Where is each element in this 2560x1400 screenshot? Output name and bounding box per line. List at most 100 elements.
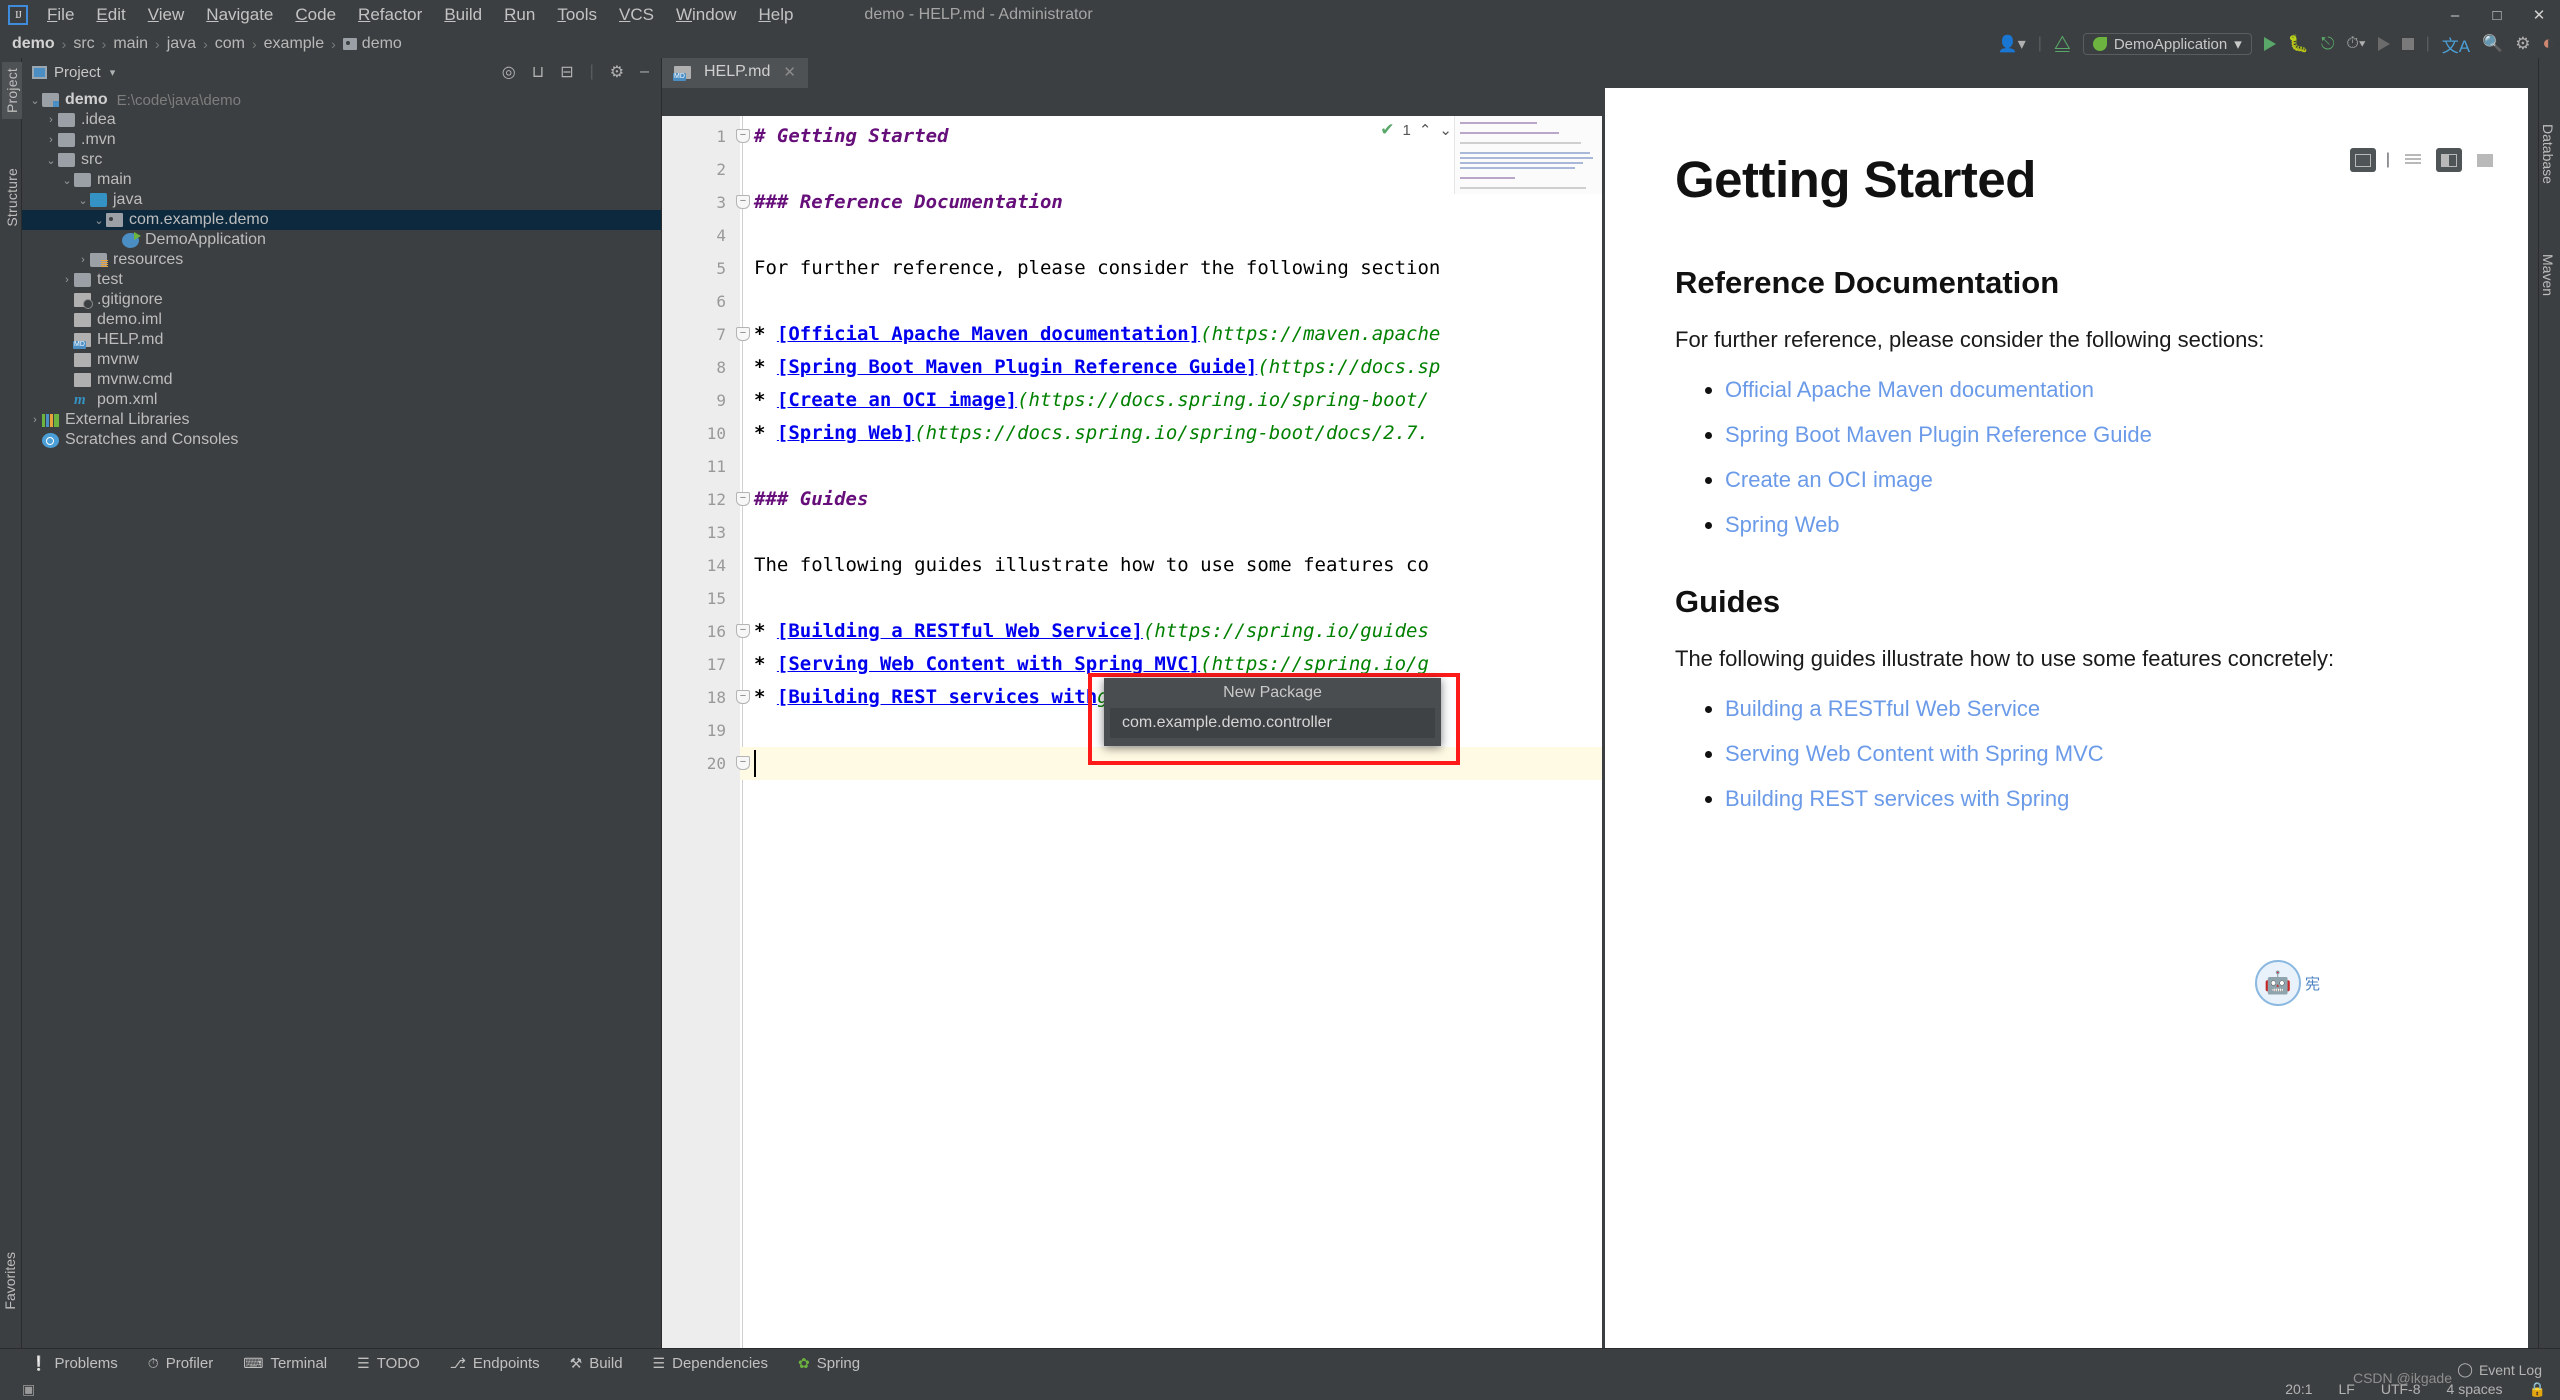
tree-item-mvnw[interactable]: mvnw [22, 350, 661, 370]
soft-wrap-toggle-button[interactable] [2349, 148, 2376, 172]
hide-panel-icon[interactable]: – [640, 63, 649, 81]
tree-item-com-example-demo[interactable]: ⌄ com.example.demo [22, 210, 661, 230]
expand-all-icon[interactable]: ⊔ [532, 62, 544, 82]
rerun-button[interactable] [2377, 37, 2390, 51]
menu-item-file[interactable]: File [36, 2, 85, 28]
code-token-lnk[interactable]: [Spring Boot Maven Plugin Reference Guid… [777, 356, 1257, 378]
bottom-tab-build[interactable]: ⚒ Build [570, 1355, 623, 1372]
tree-item-demoapplication[interactable]: DemoApplication [22, 230, 661, 250]
caret-position[interactable]: 20:1 [2285, 1381, 2312, 1397]
bottom-tab-todo[interactable]: ☰ TODO [357, 1355, 420, 1372]
tool-tab-database[interactable]: Database [2538, 118, 2558, 190]
bottom-tab-terminal[interactable]: ⌨ Terminal [243, 1355, 327, 1372]
tree-item--mvn[interactable]: › .mvn [22, 130, 661, 150]
menu-item-tools[interactable]: Tools [546, 2, 608, 28]
breadcrumb-item-src[interactable]: src [69, 33, 98, 55]
preview-link[interactable]: Building REST services with Spring [1725, 786, 2069, 811]
new-package-popup[interactable]: New Package com.example.demo.controller [1104, 678, 1441, 746]
collapse-all-icon[interactable]: ⊟ [560, 62, 573, 82]
event-log-button[interactable]: ◯ Event Log [2457, 1361, 2542, 1378]
locate-file-icon[interactable]: ◎ [502, 62, 516, 82]
code-token-lnk[interactable]: [Building a RESTful Web Service] [777, 620, 1143, 642]
inspection-widget[interactable]: ✔ 1 ⌃ ⌄ [1380, 120, 1452, 140]
indent-setting[interactable]: 4 spaces [2447, 1381, 2503, 1397]
chevron-down-icon[interactable]: ⌄ [60, 174, 74, 187]
run-configuration-selector[interactable]: DemoApplication ▾ [2082, 33, 2252, 55]
tree-item-demo[interactable]: ⌄ demo E:\code\java\demo [22, 90, 661, 110]
menu-item-help[interactable]: Help [747, 2, 804, 28]
bottom-tab-profiler[interactable]: ⏱ Profiler [148, 1355, 213, 1372]
profiler-attach-icon[interactable]: ⏱▾ [2346, 35, 2365, 53]
build-hammer-icon[interactable]: ⧋ [2054, 33, 2071, 55]
editor-tab-help-md[interactable]: HELP.md ✕ [662, 58, 808, 88]
theme-toggle-icon[interactable]: ◐ [2543, 33, 2554, 55]
menu-item-view[interactable]: View [137, 2, 196, 28]
preview-link[interactable]: Spring Boot Maven Plugin Reference Guide [1725, 422, 2152, 447]
prev-problem-icon[interactable]: ⌃ [1419, 121, 1432, 139]
chevron-down-icon[interactable]: ⌄ [44, 154, 58, 167]
code-token-lnk[interactable]: [Official Apache Maven documentation] [777, 323, 1200, 345]
tree-item-resources[interactable]: › resources [22, 250, 661, 270]
fold-marker[interactable]: − [736, 327, 750, 341]
code-token-lnk[interactable]: [Building REST services with [777, 686, 1097, 708]
tree-item-main[interactable]: ⌄ main [22, 170, 661, 190]
minimize-button[interactable]: – [2434, 0, 2476, 30]
menu-item-run[interactable]: Run [493, 2, 546, 28]
stop-button[interactable] [2401, 38, 2414, 50]
chevron-down-icon[interactable]: ▾ [110, 66, 116, 79]
breadcrumb-item-demo[interactable]: demo [339, 33, 406, 55]
chevron-down-icon[interactable]: ⌄ [28, 94, 42, 107]
code-token-lnk[interactable]: [Create an OCI image] [777, 389, 1017, 411]
breadcrumb-item-demo[interactable]: demo [8, 33, 59, 55]
code-minimap[interactable] [1454, 116, 1602, 194]
run-with-coverage-icon[interactable]: ⎋ [2321, 34, 2334, 54]
menu-item-vcs[interactable]: VCS [608, 2, 665, 28]
menu-item-refactor[interactable]: Refactor [347, 2, 433, 28]
bottom-tab-dependencies[interactable]: ☰ Dependencies [653, 1355, 768, 1372]
breadcrumb-item-com[interactable]: com [211, 33, 249, 55]
close-button[interactable]: ✕ [2518, 0, 2560, 30]
bottom-tab-spring[interactable]: ✿ Spring [798, 1355, 860, 1372]
fold-marker[interactable]: − [736, 756, 750, 770]
preview-link[interactable]: Official Apache Maven documentation [1725, 377, 2094, 402]
menu-item-edit[interactable]: Edit [85, 2, 136, 28]
translate-icon[interactable]: 文A [2442, 32, 2470, 57]
tool-tab-project[interactable]: Project [2, 62, 22, 119]
preview-link[interactable]: Create an OCI image [1725, 467, 1933, 492]
lock-icon[interactable]: 🔒 [2529, 1381, 2546, 1398]
tree-item-mvnw-cmd[interactable]: mvnw.cmd [22, 370, 661, 390]
breadcrumb-item-main[interactable]: main [109, 33, 152, 55]
chevron-right-icon[interactable]: › [28, 414, 42, 426]
fold-marker[interactable]: − [736, 492, 750, 506]
tree-item-pom-xml[interactable]: m pom.xml [22, 390, 661, 410]
tree-item-test[interactable]: › test [22, 270, 661, 290]
tree-item-help-md[interactable]: HELP.md [22, 330, 661, 350]
preview-only-button[interactable] [2472, 148, 2498, 172]
bottom-tab-problems[interactable]: ❕ Problems [30, 1355, 118, 1372]
maximize-button[interactable]: □ [2476, 0, 2518, 30]
code-token-lnk[interactable]: [Serving Web Content with Spring MVC] [777, 653, 1200, 675]
chevron-right-icon[interactable]: › [60, 274, 74, 286]
search-icon[interactable]: 🔍 [2482, 34, 2503, 54]
fold-marker[interactable]: − [736, 624, 750, 638]
user-account-icon[interactable]: 👤▾ [1998, 34, 2026, 54]
tree-item-external-libraries[interactable]: › External Libraries [22, 410, 661, 430]
code-token-lnk[interactable]: [Spring Web] [777, 422, 914, 444]
preview-link[interactable]: Building a RESTful Web Service [1725, 696, 2040, 721]
chevron-right-icon[interactable]: › [44, 134, 58, 146]
debug-bug-icon[interactable]: 🐛 [2288, 34, 2309, 54]
new-package-input[interactable]: com.example.demo.controller [1110, 708, 1435, 738]
chevron-down-icon[interactable]: ⌄ [76, 194, 90, 207]
gear-icon[interactable]: ⚙ [610, 62, 624, 82]
fold-marker[interactable]: − [736, 129, 750, 143]
tree-item-demo-iml[interactable]: demo.iml [22, 310, 661, 330]
menu-item-build[interactable]: Build [433, 2, 493, 28]
close-icon[interactable]: ✕ [783, 63, 796, 81]
breadcrumb-item-example[interactable]: example [260, 33, 328, 55]
fold-marker[interactable]: − [736, 195, 750, 209]
tree-item--idea[interactable]: › .idea [22, 110, 661, 130]
preview-link[interactable]: Serving Web Content with Spring MVC [1725, 741, 2104, 766]
chevron-down-icon[interactable]: ⌄ [92, 214, 106, 227]
tool-tab-structure[interactable]: Structure [2, 162, 22, 233]
preview-link[interactable]: Spring Web [1725, 512, 1840, 537]
